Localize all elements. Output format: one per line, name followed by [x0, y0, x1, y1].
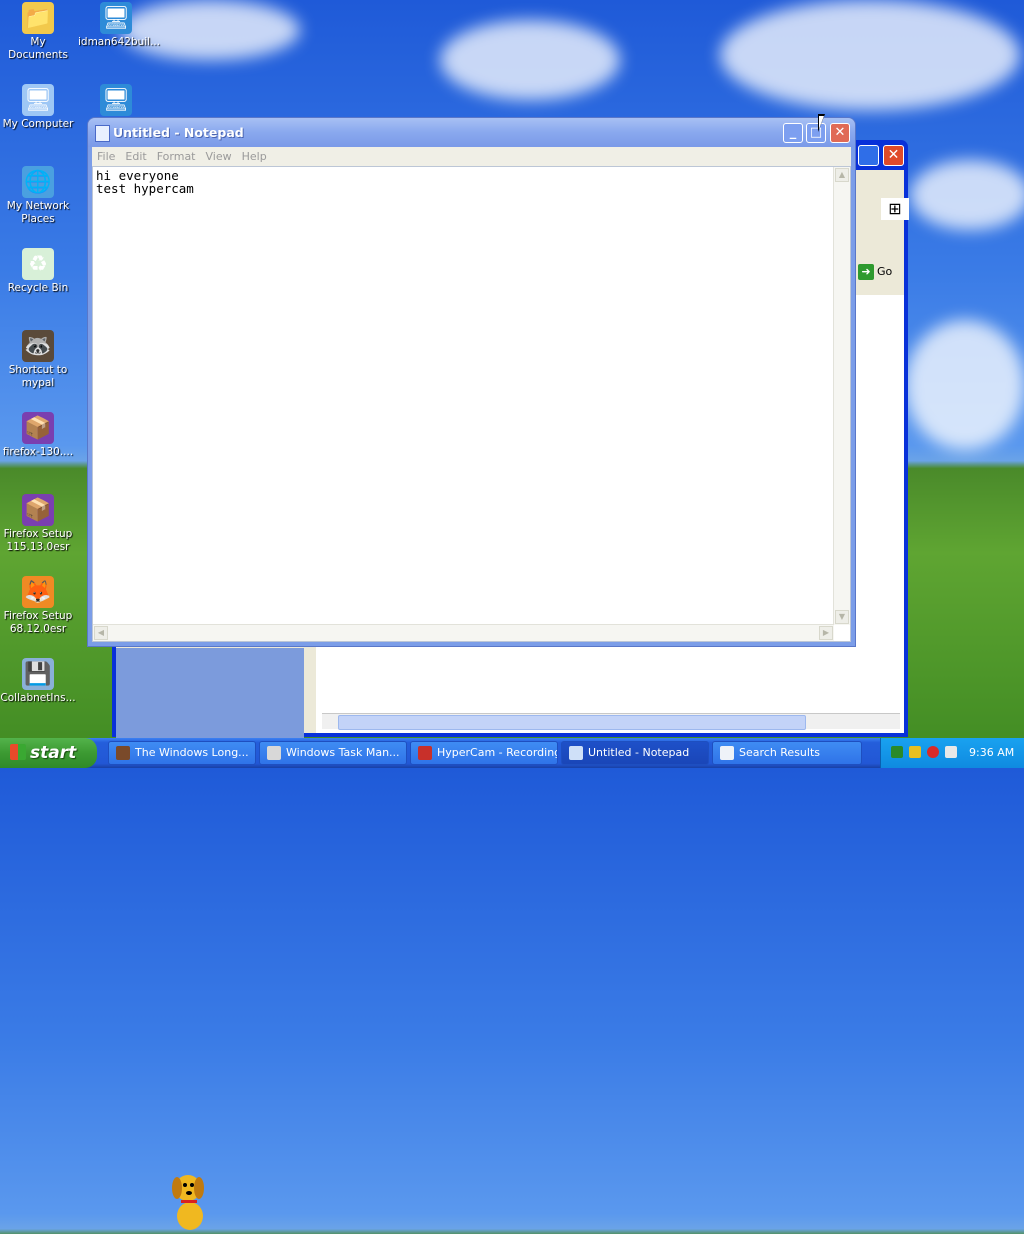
start-button[interactable]: start [0, 738, 97, 768]
system-tray: 9:36 AM [880, 738, 1024, 768]
title-bar[interactable]: Untitled - Notepad _ □ ✕ [88, 118, 855, 147]
desktop-icon-firefox-setup-115[interactable]: 📦 Firefox Setup 115.13.0esr [0, 494, 76, 554]
tray-app-icon[interactable] [891, 746, 903, 758]
taskbar-button-windows-long[interactable]: The Windows Long... [108, 741, 256, 765]
desktop-icon-firefox-setup-68[interactable]: 🦊 Firefox Setup 68.12.0esr [0, 576, 76, 636]
taskbar-button-label: Search Results [739, 746, 821, 759]
task-manager-icon [267, 746, 281, 760]
scrollbar-thumb[interactable] [338, 715, 806, 730]
menu-view[interactable]: View [201, 147, 237, 166]
desktop-icon-my-computer[interactable]: 🖥 My Computer [0, 84, 76, 131]
desktop-icon-firefox-130[interactable]: 📦 firefox-130.... [0, 412, 76, 459]
horizontal-scrollbar[interactable] [322, 713, 900, 730]
windows-flag-icon [10, 744, 26, 760]
close-button[interactable]: ✕ [883, 145, 904, 166]
desktop-icon-label: Shortcut to mypal [8, 364, 68, 389]
horizontal-scrollbar[interactable]: ◀ ▶ [93, 624, 834, 641]
search-dog-icon [172, 1175, 204, 1230]
scroll-down-arrow-icon[interactable]: ▼ [835, 610, 849, 624]
scroll-right-arrow-icon[interactable]: ▶ [819, 626, 833, 640]
menu-format[interactable]: Format [152, 147, 201, 166]
mouse-pointer-icon [818, 114, 825, 132]
close-button[interactable]: ✕ [830, 123, 850, 143]
desktop-icon-label: firefox-130.... [2, 446, 74, 458]
maximize-button[interactable] [858, 145, 879, 166]
cloud [440, 20, 620, 100]
computer-icon: 🖥 [22, 84, 54, 116]
taskbar-button-label: The Windows Long... [135, 746, 249, 759]
desktop-icon-mypal[interactable]: 🦝 Shortcut to mypal [0, 330, 76, 390]
taskbar-button-label: Windows Task Man... [286, 746, 400, 759]
tray-volume-icon[interactable] [945, 746, 957, 758]
folder-icon: 📁 [22, 2, 54, 34]
ie-icon [116, 746, 130, 760]
desktop-icon-label: My Network Places [6, 200, 70, 225]
go-label: Go [877, 265, 893, 278]
desktop-icon-label: Firefox Setup 115.13.0esr [3, 528, 73, 553]
window-title: Untitled - Notepad [113, 125, 244, 140]
taskbar-button-label: HyperCam - Recording [437, 746, 558, 759]
installer-icon: 💾 [22, 658, 54, 690]
cloud [910, 160, 1024, 230]
menu-edit[interactable]: Edit [120, 147, 151, 166]
go-arrow-icon: ➜ [858, 264, 874, 280]
scroll-left-arrow-icon[interactable]: ◀ [94, 626, 108, 640]
taskbar-button-hypercam[interactable]: HyperCam - Recording [410, 741, 558, 765]
taskbar-button-label: Untitled - Notepad [588, 746, 690, 759]
minimize-button[interactable]: _ [783, 123, 803, 143]
desktop-icon-label: My Computer [2, 118, 74, 130]
desktop-icon-label: Firefox Setup 68.12.0esr [3, 610, 73, 635]
text-editor[interactable]: hi everyone test hypercam ▲ ▼ ◀ ▶ [92, 166, 851, 642]
hypercam-icon [418, 746, 432, 760]
network-icon: 🌐 [22, 166, 54, 198]
scroll-up-arrow-icon[interactable]: ▲ [835, 168, 849, 182]
desktop-icon-label: CollabnetIns... [0, 692, 76, 704]
recycle-bin-icon: ♻ [22, 248, 54, 280]
notepad-icon [569, 746, 583, 760]
firefox-icon: 🦊 [22, 576, 54, 608]
desktop-icon-label: Recycle Bin [7, 282, 69, 294]
menu-bar: File Edit Format View Help [92, 147, 851, 167]
taskbar-button-task-manager[interactable]: Windows Task Man... [259, 741, 407, 765]
menu-file[interactable]: File [92, 147, 120, 166]
vertical-scrollbar[interactable]: ▲ ▼ [833, 167, 850, 625]
cloud [720, 0, 1020, 110]
editor-content[interactable]: hi everyone test hypercam [96, 169, 194, 195]
desktop-icon-label: idman642buil... [78, 36, 161, 48]
windows-logo-icon: ⊞ [881, 198, 909, 220]
desktop-icon-idman[interactable]: 🖥 idman642buil... [78, 2, 160, 49]
taskbar-button-search-results[interactable]: Search Results [712, 741, 862, 765]
search-results-icon [720, 746, 734, 760]
taskbar: start The Windows Long... Windows Task M… [0, 738, 1024, 768]
tray-security-icon[interactable] [927, 746, 939, 758]
taskbar-button-notepad[interactable]: Untitled - Notepad [561, 741, 709, 765]
desktop-icon-my-documents[interactable]: 📁 My Documents [0, 2, 76, 62]
cloud [905, 320, 1024, 450]
desktop-icon-label: My Documents [8, 36, 68, 61]
desktop-icon-my-network-places[interactable]: 🌐 My Network Places [0, 166, 76, 226]
firefox-package-icon: 📦 [22, 412, 54, 444]
installer-icon: 🖥 [100, 2, 132, 34]
go-button[interactable]: ➜ Go [858, 262, 910, 282]
notepad-icon [95, 125, 110, 142]
clock[interactable]: 9:36 AM [969, 738, 1014, 768]
installer-icon: 🖥 [100, 84, 132, 116]
desktop-icon-collabnet[interactable]: 💾 CollabnetIns... [0, 658, 76, 705]
start-label: start [30, 743, 77, 763]
mypal-icon: 🦝 [22, 330, 54, 362]
desktop-icon-installer-2[interactable]: 🖥 [78, 84, 154, 118]
firefox-package-icon: 📦 [22, 494, 54, 526]
notepad-window[interactable]: Untitled - Notepad _ □ ✕ File Edit Format V… [88, 118, 855, 646]
desktop-icon-recycle-bin[interactable]: ♻ Recycle Bin [0, 248, 76, 295]
tray-warning-icon[interactable] [909, 746, 921, 758]
menu-help[interactable]: Help [237, 147, 272, 166]
